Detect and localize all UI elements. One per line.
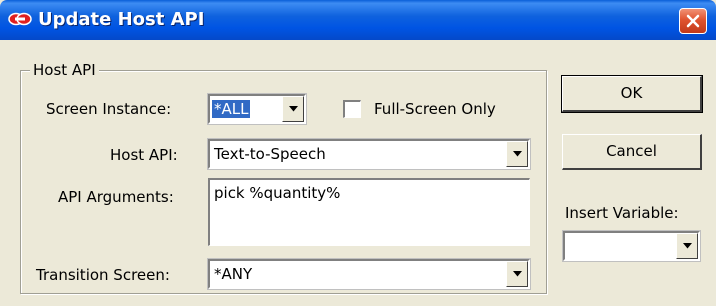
screen-instance-dropdown-button[interactable] (282, 96, 304, 122)
host-api-dropdown-button[interactable] (506, 141, 528, 167)
chevron-down-icon (513, 271, 522, 277)
insert-variable-dropdown-button[interactable] (676, 233, 698, 259)
insert-variable-select[interactable] (562, 230, 701, 262)
screen-instance-select[interactable]: *ALL (207, 93, 307, 125)
window-title: Update Host API (38, 9, 205, 30)
insert-variable-label: Insert Variable: (565, 204, 679, 222)
transition-screen-dropdown-button[interactable] (506, 261, 528, 287)
full-screen-only-checkbox[interactable] (343, 100, 361, 118)
close-icon (686, 14, 700, 28)
link-icon (8, 11, 32, 27)
full-screen-only-label[interactable]: Full-Screen Only (374, 100, 496, 118)
transition-screen-value: *ANY (214, 265, 253, 283)
chevron-down-icon (513, 151, 522, 157)
api-arguments-label: API Arguments: (58, 188, 174, 206)
ok-button[interactable]: OK (561, 75, 703, 113)
screen-instance-value: *ALL (212, 100, 251, 118)
screen-instance-label: Screen Instance: (46, 100, 172, 118)
host-api-value: Text-to-Speech (214, 145, 326, 163)
group-label: Host API (30, 61, 99, 79)
api-arguments-input[interactable]: pick %quantity% (208, 178, 530, 246)
title-bar[interactable]: Update Host API (0, 0, 716, 40)
transition-screen-select[interactable]: *ANY (207, 258, 531, 290)
update-host-api-dialog: Update Host API Host API Screen Instance… (0, 0, 716, 306)
chevron-down-icon (289, 106, 298, 112)
chevron-down-icon (683, 243, 692, 249)
host-api-select[interactable]: Text-to-Speech (207, 138, 531, 170)
host-api-label: Host API: (110, 146, 178, 164)
transition-screen-label: Transition Screen: (36, 266, 170, 284)
cancel-button[interactable]: Cancel (562, 134, 702, 170)
close-button[interactable] (679, 8, 707, 34)
